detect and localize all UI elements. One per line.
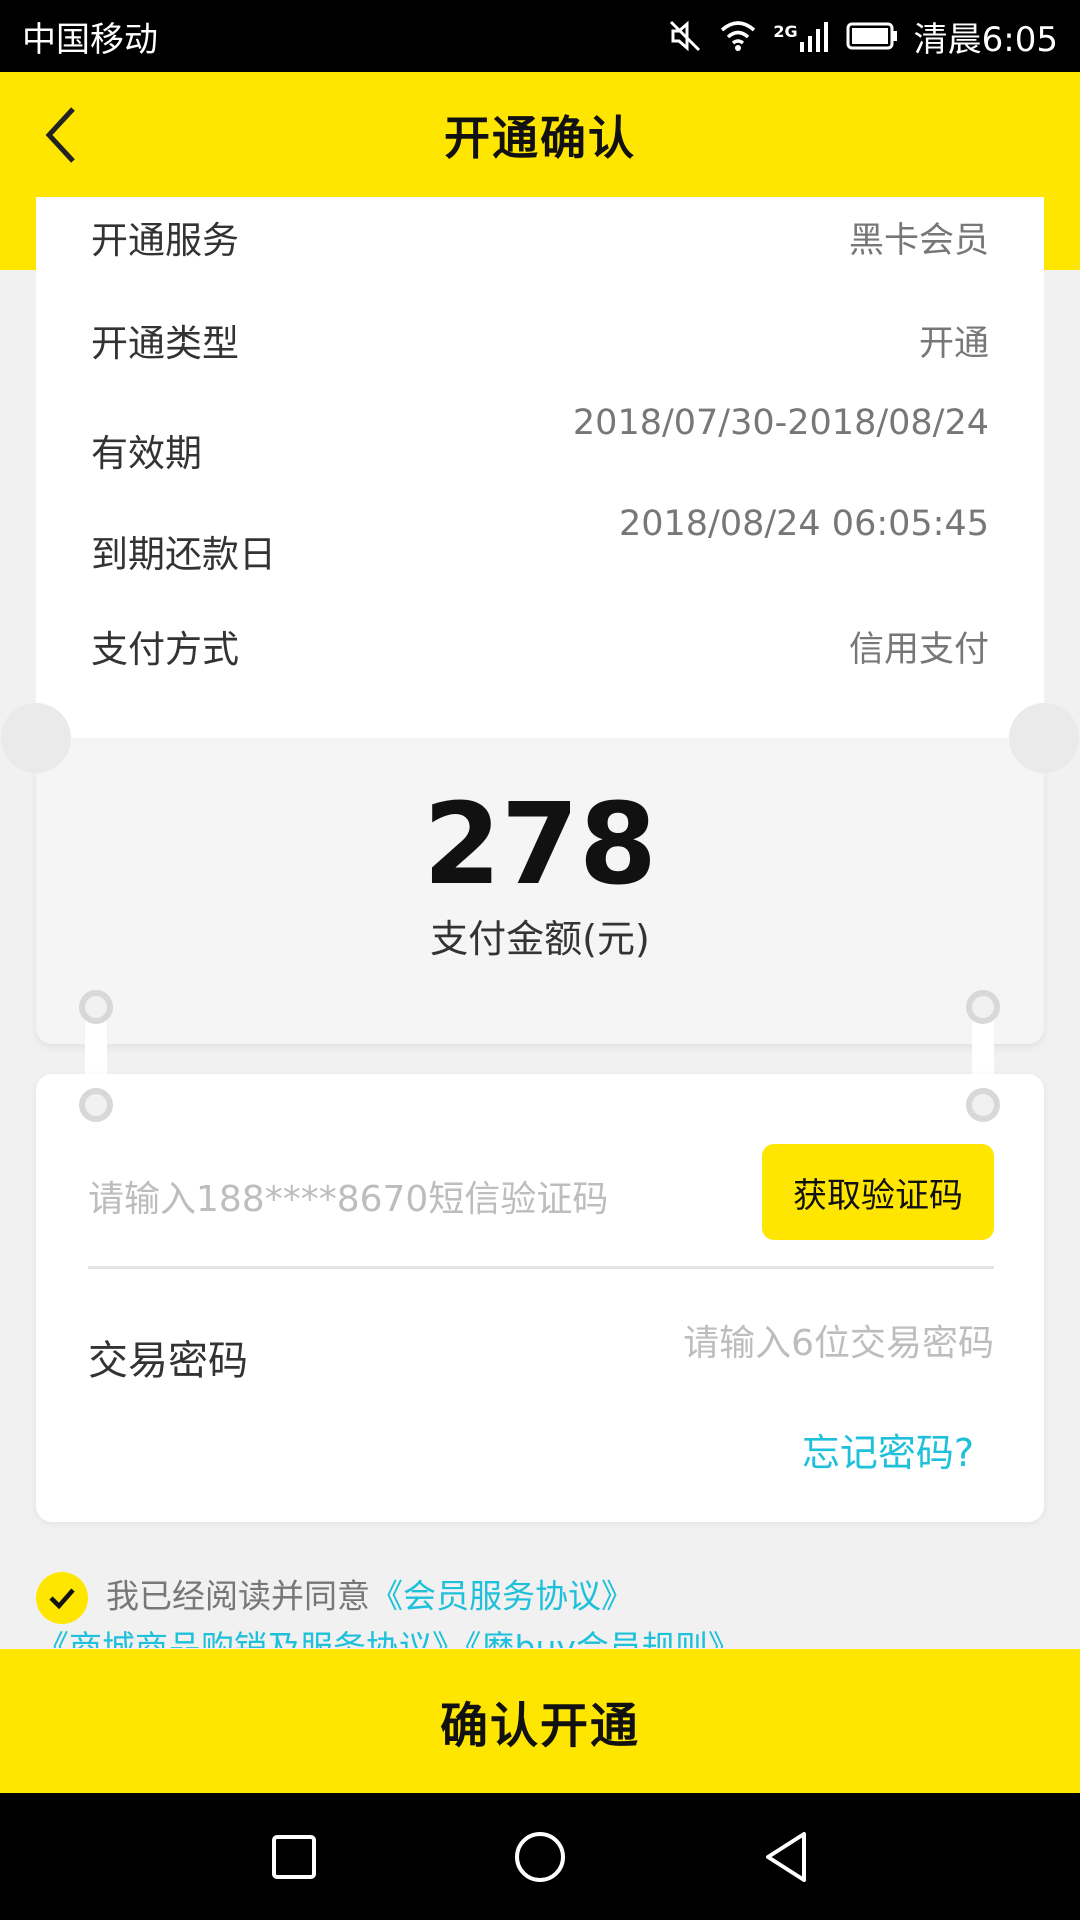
agreement: 我已经阅读并同意《会员服务协议》《商城商品购销及服务协议》《麽buy会员规则》 — [36, 1572, 1044, 1648]
sms-code-input[interactable] — [88, 1164, 728, 1234]
info-row-payment-method: 支付方式 信用支付 — [91, 616, 989, 676]
status-bar: 中国移动 2G 清晨6:05 — [0, 0, 1080, 72]
battery-icon — [846, 21, 898, 51]
info-row-due-date: 到期还款日 2018/08/24 06:05:45 — [91, 504, 989, 576]
wifi-icon — [719, 20, 757, 52]
member-rules-link[interactable]: 《麽buy会员规则》 — [465, 1628, 741, 1648]
info-label: 开通类型 — [91, 322, 239, 365]
info-value: 开通 — [918, 323, 989, 364]
member-service-agreement-link[interactable]: 《会员服务协议》 — [370, 1577, 634, 1616]
page-title: 开通确认 — [444, 110, 636, 165]
forgot-password-link[interactable]: 忘记密码? — [802, 1422, 974, 1477]
chevron-left-icon — [41, 105, 81, 169]
check-icon — [49, 1588, 75, 1610]
info-value: 2018/07/30-2018/08/24 — [572, 403, 989, 443]
recent-apps-icon[interactable] — [266, 1829, 322, 1885]
order-info-card: 开通服务 黑卡会员 开通类型 开通 有效期 2018/07/30-2018/08… — [36, 197, 1044, 739]
info-label: 到期还款日 — [91, 533, 276, 576]
info-value: 黑卡会员 — [848, 220, 989, 261]
info-label: 有效期 — [91, 432, 202, 475]
ring-top-left — [79, 990, 113, 1024]
info-label: 开通服务 — [91, 219, 239, 262]
confirm-button[interactable]: 确认开通 — [0, 1649, 1080, 1793]
signal-icon: 2G — [773, 20, 829, 52]
password-label: 交易密码 — [88, 1338, 248, 1384]
info-value: 2018/08/24 06:05:45 — [618, 504, 989, 544]
amount-value: 278 — [423, 780, 657, 910]
network-label: 2G — [773, 22, 798, 41]
form-divider — [88, 1266, 994, 1269]
ticket-notch-left — [1, 703, 71, 773]
carrier-label: 中国移动 — [22, 19, 158, 60]
info-label: 支付方式 — [91, 628, 239, 671]
info-row-validity: 有效期 2018/07/30-2018/08/24 — [91, 403, 989, 475]
clock: 清晨6:05 — [913, 19, 1058, 60]
agree-checkbox[interactable] — [36, 1572, 88, 1624]
ring-top-right — [966, 990, 1000, 1024]
header: 开通确认 — [0, 72, 1080, 197]
back-triangle-icon[interactable] — [758, 1829, 814, 1885]
verification-form-card: 获取验证码 交易密码 忘记密码? — [36, 1074, 1044, 1522]
system-nav-bar — [0, 1793, 1080, 1920]
ring-bottom-right — [966, 1088, 1000, 1122]
amount-label: 支付金额(元) — [430, 917, 650, 961]
ring-bottom-left — [79, 1088, 113, 1122]
status-icons: 2G 清晨6:05 — [667, 12, 1058, 61]
password-input[interactable] — [526, 1308, 994, 1378]
info-row-service: 开通服务 黑卡会员 — [91, 207, 989, 267]
amount-card: 278 支付金额(元) — [36, 738, 1044, 1044]
screen: 中国移动 2G 清晨6:05 开通确认 开通服务 黑卡会员 开通类型 开通 有效… — [0, 0, 1080, 1920]
info-value: 信用支付 — [848, 629, 989, 670]
ticket-notch-right — [1009, 703, 1079, 773]
info-row-type: 开通类型 开通 — [91, 310, 989, 370]
back-button[interactable] — [26, 102, 96, 172]
home-icon[interactable] — [512, 1829, 568, 1885]
mall-sales-agreement-link[interactable]: 《商城商品购销及服务协议》 — [36, 1628, 465, 1648]
mute-icon — [667, 18, 703, 54]
get-code-button[interactable]: 获取验证码 — [762, 1144, 994, 1240]
agreement-text: 我已经阅读并同意 — [106, 1576, 370, 1616]
